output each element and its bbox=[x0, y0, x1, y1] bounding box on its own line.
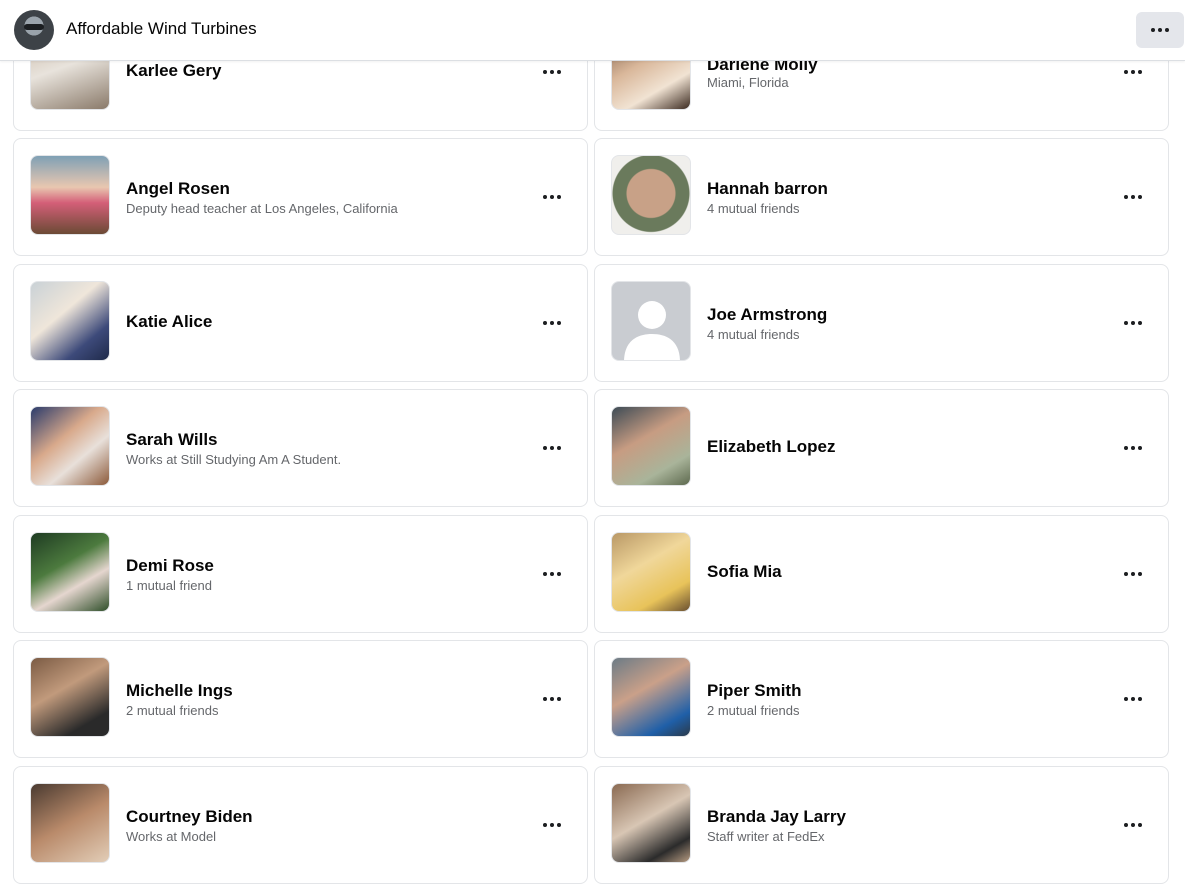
friend-subtitle: 4 mutual friends bbox=[707, 327, 800, 342]
friend-name[interactable]: Joe Armstrong bbox=[707, 305, 827, 325]
friend-photo[interactable] bbox=[30, 532, 110, 612]
friend-name[interactable]: Hannah barron bbox=[707, 179, 828, 199]
friend-photo[interactable] bbox=[30, 657, 110, 737]
friend-more-button[interactable] bbox=[539, 313, 565, 333]
friend-more-button[interactable] bbox=[1120, 564, 1146, 584]
friend-more-button[interactable] bbox=[539, 438, 565, 458]
more-horizontal-icon bbox=[543, 446, 561, 450]
friend-photo[interactable] bbox=[30, 783, 110, 863]
more-horizontal-icon bbox=[1124, 70, 1142, 74]
more-horizontal-icon bbox=[543, 572, 561, 576]
page-avatar[interactable] bbox=[14, 10, 54, 50]
friend-name[interactable]: Piper Smith bbox=[707, 681, 801, 701]
friend-more-button[interactable] bbox=[1120, 438, 1146, 458]
default-avatar-icon[interactable] bbox=[611, 281, 691, 361]
friend-subtitle: 2 mutual friends bbox=[126, 703, 219, 718]
friend-photo[interactable] bbox=[611, 783, 691, 863]
friend-more-button[interactable] bbox=[1120, 689, 1146, 709]
page-title[interactable]: Affordable Wind Turbines bbox=[66, 19, 257, 39]
friend-more-button[interactable] bbox=[539, 62, 565, 82]
friend-subtitle: Miami, Florida bbox=[707, 75, 789, 90]
friend-photo[interactable] bbox=[611, 406, 691, 486]
friend-more-button[interactable] bbox=[539, 815, 565, 835]
friend-card[interactable]: Sarah Wills Works at Still Studying Am A… bbox=[13, 389, 588, 507]
friend-name[interactable]: Katie Alice bbox=[126, 312, 212, 332]
friend-card[interactable]: Courtney Biden Works at Model bbox=[13, 766, 588, 884]
friends-grid: Karlee Gery Darlene Molly Miami, Florida… bbox=[0, 0, 1185, 884]
friend-photo[interactable] bbox=[30, 281, 110, 361]
more-horizontal-icon bbox=[543, 697, 561, 701]
friend-card[interactable]: Elizabeth Lopez bbox=[594, 389, 1169, 507]
more-horizontal-icon bbox=[1124, 572, 1142, 576]
friend-name[interactable]: Courtney Biden bbox=[126, 807, 253, 827]
friend-name[interactable]: Sarah Wills bbox=[126, 430, 218, 450]
friend-subtitle: Deputy head teacher at Los Angeles, Cali… bbox=[126, 201, 398, 216]
page-header: Affordable Wind Turbines bbox=[0, 0, 1185, 61]
friend-subtitle: 2 mutual friends bbox=[707, 703, 800, 718]
friend-name[interactable]: Elizabeth Lopez bbox=[707, 437, 835, 457]
friend-more-button[interactable] bbox=[539, 689, 565, 709]
friend-card[interactable]: Michelle Ings 2 mutual friends bbox=[13, 640, 588, 758]
more-horizontal-icon bbox=[1124, 195, 1142, 199]
friend-photo[interactable] bbox=[30, 155, 110, 235]
friend-more-button[interactable] bbox=[539, 564, 565, 584]
more-horizontal-icon bbox=[543, 70, 561, 74]
friend-more-button[interactable] bbox=[1120, 815, 1146, 835]
friend-card[interactable]: Angel Rosen Deputy head teacher at Los A… bbox=[13, 138, 588, 256]
more-horizontal-icon bbox=[543, 321, 561, 325]
friend-photo[interactable] bbox=[611, 155, 691, 235]
friend-more-button[interactable] bbox=[1120, 187, 1146, 207]
friend-subtitle: Staff writer at FedEx bbox=[707, 829, 825, 844]
friend-more-button[interactable] bbox=[1120, 313, 1146, 333]
friend-name[interactable]: Sofia Mia bbox=[707, 562, 782, 582]
friend-card[interactable]: Joe Armstrong 4 mutual friends bbox=[594, 264, 1169, 382]
friend-card[interactable]: Katie Alice bbox=[13, 264, 588, 382]
friend-more-button[interactable] bbox=[1120, 62, 1146, 82]
more-horizontal-icon bbox=[1124, 823, 1142, 827]
friend-name[interactable]: Branda Jay Larry bbox=[707, 807, 846, 827]
friend-card[interactable]: Demi Rose 1 mutual friend bbox=[13, 515, 588, 633]
friend-subtitle: 4 mutual friends bbox=[707, 201, 800, 216]
more-horizontal-icon bbox=[1151, 28, 1169, 32]
friend-photo[interactable] bbox=[611, 657, 691, 737]
friend-subtitle: Works at Model bbox=[126, 829, 217, 844]
friend-photo[interactable] bbox=[30, 406, 110, 486]
friend-subtitle: 1 mutual friend bbox=[126, 578, 212, 593]
friend-name[interactable]: Karlee Gery bbox=[126, 61, 221, 81]
more-horizontal-icon bbox=[543, 823, 561, 827]
friend-name[interactable]: Michelle Ings bbox=[126, 681, 233, 701]
person-silhouette-icon bbox=[624, 301, 680, 360]
friend-photo[interactable] bbox=[611, 532, 691, 612]
friend-card[interactable]: Sofia Mia bbox=[594, 515, 1169, 633]
header-more-button[interactable] bbox=[1136, 12, 1184, 48]
friend-subtitle: Works at Still Studying Am A Student. bbox=[126, 452, 342, 467]
friend-more-button[interactable] bbox=[539, 187, 565, 207]
friend-name[interactable]: Angel Rosen bbox=[126, 179, 230, 199]
friend-card[interactable]: Hannah barron 4 mutual friends bbox=[594, 138, 1169, 256]
more-horizontal-icon bbox=[1124, 697, 1142, 701]
friend-card[interactable]: Piper Smith 2 mutual friends bbox=[594, 640, 1169, 758]
more-horizontal-icon bbox=[543, 195, 561, 199]
more-horizontal-icon bbox=[1124, 321, 1142, 325]
friend-name[interactable]: Demi Rose bbox=[126, 556, 214, 576]
friend-card[interactable]: Branda Jay Larry Staff writer at FedEx bbox=[594, 766, 1169, 884]
more-horizontal-icon bbox=[1124, 446, 1142, 450]
